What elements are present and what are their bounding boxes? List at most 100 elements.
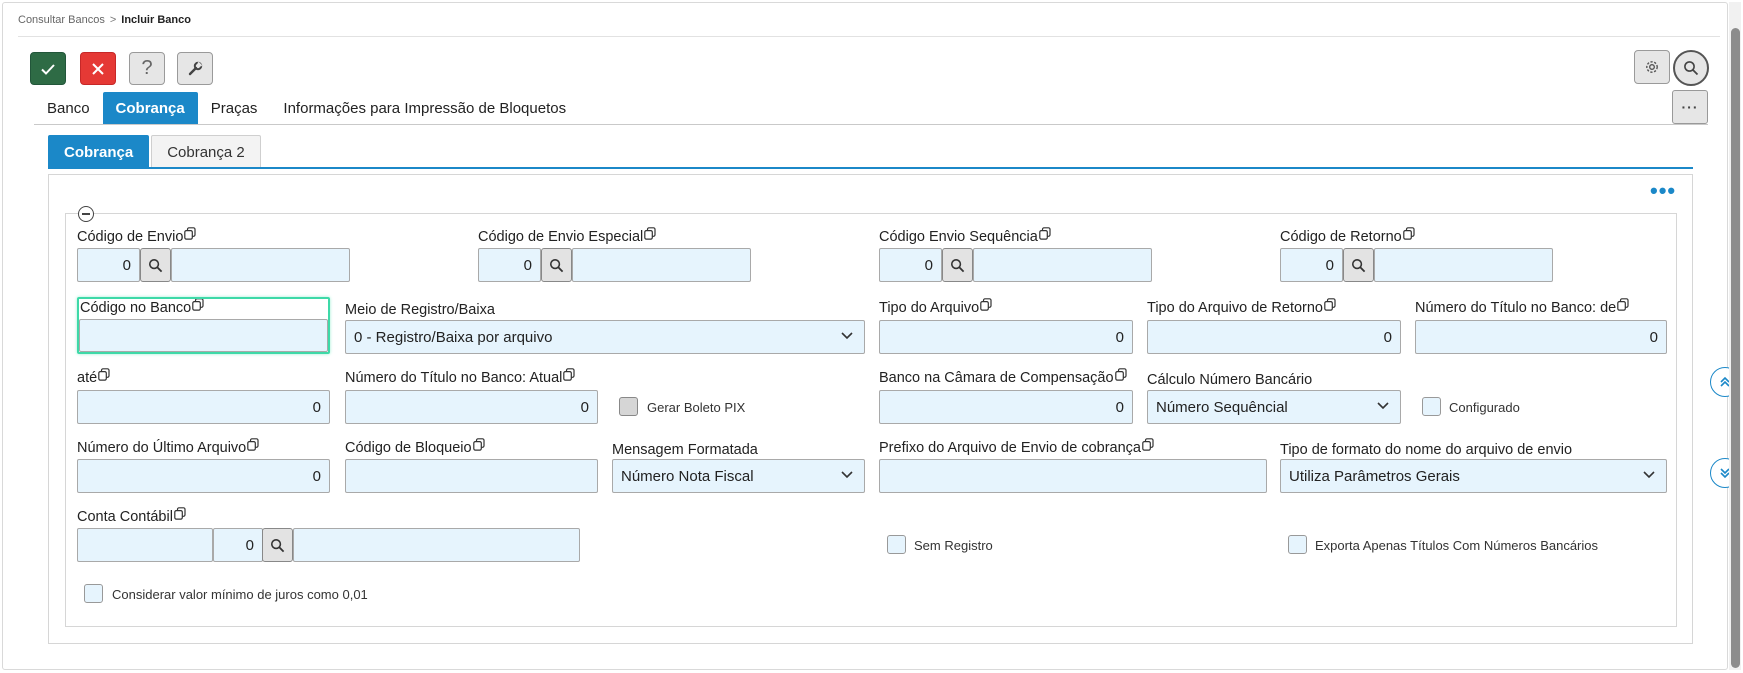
numero-ultimo-arquivo-input[interactable]: 0	[77, 459, 330, 493]
prefixo-arquivo-input[interactable]	[879, 459, 1267, 493]
label-meio-registro: Meio de Registro/Baixa	[345, 302, 495, 318]
breadcrumb-separator: >	[109, 14, 117, 26]
gear-icon	[1646, 61, 1658, 73]
tab-banco[interactable]: Banco	[34, 92, 103, 125]
more-options-button[interactable]: ···	[1672, 90, 1708, 124]
copy-icon[interactable]	[247, 438, 259, 451]
configurado-label: Configurado	[1449, 400, 1520, 415]
label-numero-titulo-de: Número do Título no Banco: de	[1415, 298, 1629, 316]
label-codigo-envio: Código de Envio	[77, 227, 197, 245]
conta-contabil-description	[293, 528, 580, 562]
collapse-icon[interactable]	[78, 206, 94, 222]
codigo-envio-sequencia-search-button[interactable]	[942, 248, 973, 282]
tab-pracas[interactable]: Praças	[198, 92, 271, 125]
banco-camara-input[interactable]: 0	[879, 390, 1133, 424]
cancel-button[interactable]	[80, 52, 116, 85]
codigo-retorno-description	[1374, 248, 1553, 282]
calculo-numero-select[interactable]: Número Sequêncial	[1147, 390, 1401, 424]
label-ate: até	[77, 368, 110, 386]
subtab-cobranca-2[interactable]: Cobrança 2	[151, 135, 261, 168]
conta-contabil-search-button[interactable]	[262, 528, 293, 562]
subtab-cobranca[interactable]: Cobrança	[48, 135, 150, 168]
sem-registro-label: Sem Registro	[914, 538, 993, 553]
main-tabs: Banco Cobrança Praças Informações para I…	[34, 92, 579, 125]
breadcrumb-current: Incluir Banco	[121, 14, 191, 26]
chevron-down-icon	[1643, 471, 1655, 479]
copy-icon[interactable]	[1142, 438, 1154, 451]
tipo-arquivo-input[interactable]: 0	[879, 320, 1133, 354]
search-icon	[1684, 61, 1699, 76]
exporta-apenas-checkbox[interactable]	[1288, 535, 1307, 554]
chevron-down-icon	[841, 471, 853, 479]
label-numero-ultimo-arquivo: Número do Último Arquivo	[77, 438, 259, 456]
search-icon	[1351, 258, 1366, 272]
copy-icon[interactable]	[563, 368, 575, 381]
copy-icon[interactable]	[1402, 227, 1415, 240]
codigo-no-banco-input[interactable]	[79, 319, 328, 352]
codigo-bloqueio-input[interactable]	[345, 459, 598, 493]
copy-icon[interactable]	[174, 507, 186, 520]
sem-registro-checkbox[interactable]	[887, 535, 906, 554]
copy-icon[interactable]	[1114, 368, 1127, 381]
codigo-envio-sequencia-input[interactable]: 0	[879, 248, 942, 282]
codigo-envio-especial-input[interactable]: 0	[478, 248, 541, 282]
breadcrumb-parent-link[interactable]: Consultar Bancos	[18, 14, 105, 26]
conta-contabil-input[interactable]	[77, 528, 213, 562]
numero-titulo-atual-input[interactable]: 0	[345, 390, 598, 424]
scrollbar-thumb[interactable]	[1731, 28, 1740, 668]
label-codigo-envio-especial: Código de Envio Especial	[478, 227, 656, 245]
copy-icon[interactable]	[184, 227, 197, 240]
tab-cobranca[interactable]: Cobrança	[102, 92, 198, 125]
copy-icon[interactable]	[644, 227, 656, 240]
copy-icon[interactable]	[98, 368, 110, 381]
calculo-numero-value: Número Sequêncial	[1156, 398, 1288, 416]
check-icon	[41, 63, 55, 75]
copy-icon[interactable]	[1039, 227, 1051, 240]
copy-icon[interactable]	[472, 438, 485, 451]
copy-icon[interactable]	[1324, 298, 1336, 311]
ate-input[interactable]: 0	[77, 390, 330, 424]
mensagem-formatada-value: Número Nota Fiscal	[621, 467, 754, 485]
codigo-envio-search-button[interactable]	[140, 248, 171, 282]
mensagem-formatada-select[interactable]: Número Nota Fiscal	[612, 459, 865, 493]
panel-more-icon[interactable]: •••	[1650, 180, 1676, 202]
label-tipo-arquivo-retorno: Tipo do Arquivo de Retorno	[1147, 298, 1336, 316]
tipo-formato-nome-select[interactable]: Utiliza Parâmetros Gerais	[1280, 459, 1667, 493]
breadcrumb-divider	[18, 36, 1720, 37]
codigo-envio-especial-description	[572, 248, 751, 282]
codigo-envio-especial-search-button[interactable]	[541, 248, 572, 282]
considerar-juros-checkbox[interactable]	[84, 584, 103, 603]
confirm-button[interactable]	[30, 52, 66, 85]
gerar-boleto-pix-label: Gerar Boleto PIX	[647, 400, 746, 415]
codigo-retorno-input[interactable]: 0	[1280, 248, 1343, 282]
label-conta-contabil: Conta Contábil	[77, 507, 186, 525]
tipo-arquivo-retorno-input[interactable]: 0	[1147, 320, 1401, 354]
label-tipo-arquivo: Tipo do Arquivo	[879, 298, 992, 316]
label-mensagem-formatada: Mensagem Formatada	[612, 442, 758, 458]
numero-titulo-de-input[interactable]: 0	[1415, 320, 1667, 354]
tipo-formato-nome-value: Utiliza Parâmetros Gerais	[1289, 467, 1460, 485]
tools-button[interactable]	[177, 52, 213, 85]
help-button[interactable]: ?	[129, 52, 165, 85]
configurado-checkbox[interactable]	[1422, 397, 1441, 416]
codigo-retorno-search-button[interactable]	[1343, 248, 1374, 282]
copy-icon[interactable]	[980, 298, 992, 311]
conta-contabil-code-input[interactable]: 0	[213, 528, 263, 562]
settings-button[interactable]	[1634, 50, 1670, 84]
label-codigo-envio-sequencia: Código Envio Sequência	[879, 227, 1051, 245]
label-numero-titulo-atual: Número do Título no Banco: Atual	[345, 368, 575, 386]
copy-icon[interactable]	[1617, 298, 1629, 311]
gerar-boleto-pix-checkbox[interactable]	[619, 397, 638, 416]
label-calculo-numero: Cálculo Número Bancário	[1147, 372, 1313, 388]
meio-registro-select[interactable]: 0 - Registro/Baixa por arquivo	[345, 320, 865, 354]
tab-informacoes-impressao[interactable]: Informações para Impressão de Bloquetos	[270, 92, 579, 125]
label-banco-camara: Banco na Câmara de Compensação	[879, 368, 1127, 386]
help-icon: ?	[141, 57, 153, 79]
search-icon	[270, 538, 285, 552]
breadcrumb: Consultar Bancos > Incluir Banco	[18, 14, 191, 26]
label-codigo-bloqueio: Código de Bloqueio	[345, 438, 485, 456]
global-search-button[interactable]	[1673, 50, 1709, 86]
considerar-juros-label: Considerar valor mínimo de juros como 0,…	[112, 587, 368, 602]
codigo-envio-input[interactable]: 0	[77, 248, 140, 282]
codigo-envio-sequencia-description	[973, 248, 1152, 282]
